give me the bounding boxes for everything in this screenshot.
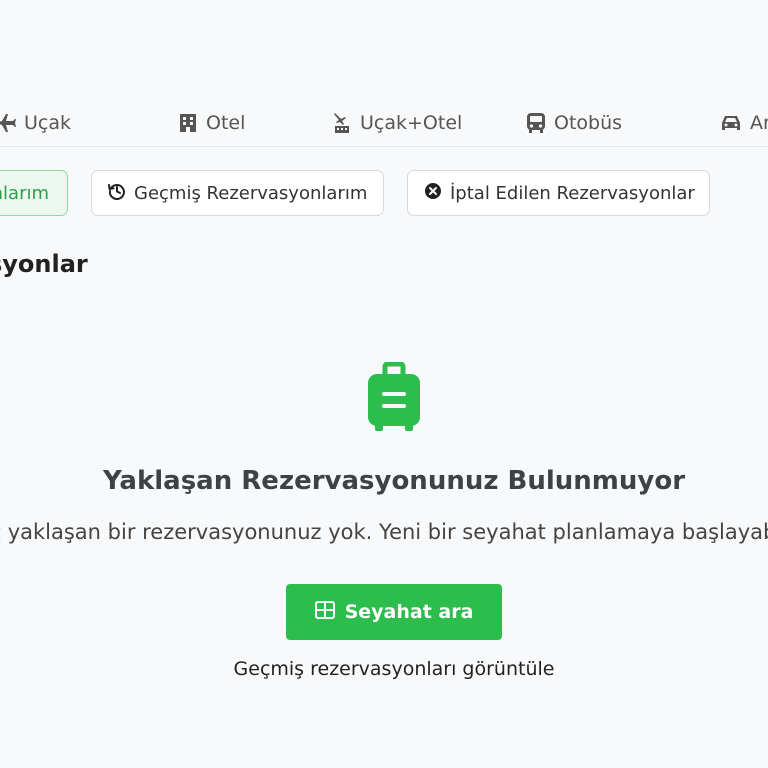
search-trip-button[interactable]: Seyahat ara [286,584,502,640]
filter-cancelled-label: İptal Edilen Rezervasyonlar [450,182,695,204]
view-past-reservations-link[interactable]: Geçmiş rezervasyonları görüntüle [0,658,768,680]
tab-araba[interactable]: Ar [720,112,768,134]
search-trip-label: Seyahat ara [344,601,474,623]
tab-otel-label: Otel [206,112,246,134]
filter-past-label: Geçmiş Rezervasyonlarım [134,182,368,204]
plane-hotel-icon [332,112,352,134]
empty-state-description: z yaklaşan bir rezervasyonunuz yok. Yeni… [0,520,768,544]
suitcase-icon [366,361,422,436]
filter-upcoming-reservations[interactable]: nlarım [0,170,68,216]
product-tabs: Uçak Otel Uçak+Otel Otobüs Ar [0,104,768,147]
section-title: syonlar [0,250,88,278]
tab-ucak-otel-label: Uçak+Otel [360,112,463,134]
bus-icon [526,112,546,134]
empty-state-title: Yaklaşan Rezervasyonunuz Bulunmuyor [102,466,686,496]
tab-otel[interactable]: Otel [178,112,245,134]
filter-upcoming-label: nlarım [0,182,49,204]
cancel-circle-icon [424,182,442,205]
filter-cancelled-reservations[interactable]: İptal Edilen Rezervasyonlar [407,170,710,216]
tab-otobus-label: Otobüs [554,112,623,134]
car-icon [720,113,742,133]
history-icon [108,182,126,205]
filter-past-reservations[interactable]: Geçmiş Rezervasyonlarım [91,170,384,216]
tab-araba-label: Ar [750,112,768,134]
tab-ucak-label: Uçak [24,112,71,134]
plane-icon [0,113,16,133]
grid-icon [314,600,335,624]
tab-otobus[interactable]: Otobüs [526,112,622,134]
hotel-icon [178,113,198,133]
tab-ucak[interactable]: Uçak [0,112,71,134]
tab-ucak-otel[interactable]: Uçak+Otel [332,112,462,134]
